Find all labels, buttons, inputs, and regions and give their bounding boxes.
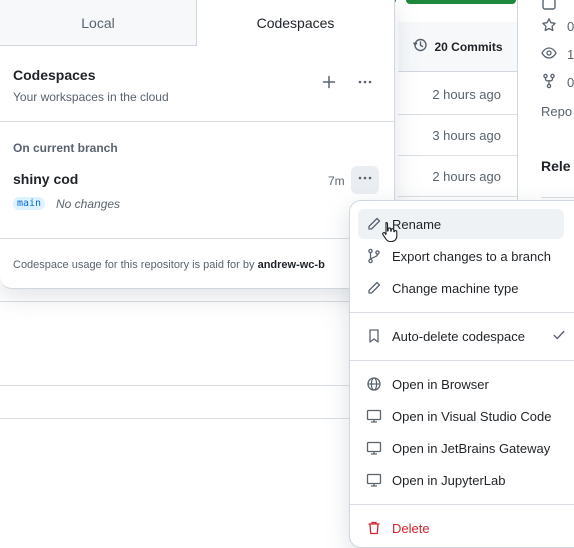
stars-count: 0	[567, 19, 574, 34]
star-icon	[541, 17, 557, 36]
menu-divider	[350, 360, 574, 361]
git-branch-icon	[366, 248, 382, 264]
divider	[0, 121, 394, 122]
usage-owner[interactable]: andrew-wc-b	[258, 259, 325, 271]
divider	[398, 196, 517, 197]
menu-divider	[350, 312, 574, 313]
menu-item-label: Rename	[392, 216, 442, 232]
pulse-icon	[541, 0, 557, 16]
desktop-icon	[366, 472, 382, 488]
pencil-icon	[366, 280, 382, 296]
divider	[0, 418, 349, 419]
fork-icon	[541, 73, 557, 92]
codespace-status: No changes	[56, 197, 121, 211]
menu-item-open-jupyterlab[interactable]: Open in JupyterLab	[358, 465, 564, 495]
hand-cursor-icon	[381, 221, 399, 248]
menu-item-label: Open in Browser	[392, 376, 489, 392]
commit-time: 2 hours ago	[432, 168, 501, 184]
side-stat-watchers[interactable]: 1	[541, 45, 574, 64]
commits-count: 20 Commits	[434, 39, 503, 54]
codespaces-subtitle: Your workspaces in the cloud	[13, 90, 169, 104]
menu-item-delete[interactable]: Delete	[358, 513, 564, 543]
side-repo-text: Repo	[541, 104, 573, 119]
codespace-name[interactable]: shiny cod	[13, 171, 78, 187]
commits-link[interactable]: 20 Commits	[398, 22, 517, 72]
branch-tag[interactable]: main	[13, 197, 46, 210]
divider	[541, 197, 574, 198]
forks-count: 0	[567, 75, 574, 90]
green-button[interactable]	[406, 0, 516, 4]
menu-item-label: Open in JetBrains Gateway	[392, 440, 551, 456]
codespace-action-menu: Rename Export changes to a branch Change…	[349, 200, 574, 548]
menu-divider	[350, 504, 574, 505]
divider	[0, 301, 349, 302]
menu-item-label: Auto-delete codespace	[392, 328, 525, 344]
kebab-horizontal-icon	[357, 170, 373, 191]
usage-text: Codespace usage for this repository is p…	[13, 259, 258, 271]
eye-icon	[541, 45, 557, 64]
menu-item-label: Change machine type	[392, 280, 519, 296]
history-icon	[412, 37, 428, 56]
code-popover: Local Codespaces Codespaces Your workspa…	[0, 0, 395, 289]
plus-icon	[321, 74, 337, 95]
menu-item-open-jetbrains[interactable]: Open in JetBrains Gateway	[358, 433, 564, 463]
menu-item-change-machine[interactable]: Change machine type	[358, 273, 564, 303]
globe-icon	[366, 376, 382, 392]
codespaces-title: Codespaces	[13, 67, 96, 83]
side-stat[interactable]	[541, 0, 557, 16]
codespace-more-button[interactable]	[351, 166, 379, 194]
menu-item-auto-delete[interactable]: Auto-delete codespace	[358, 321, 574, 351]
tab-codespaces[interactable]: Codespaces	[197, 0, 394, 46]
side-stat-forks[interactable]: 0	[541, 73, 574, 92]
watchers-count: 1	[567, 47, 574, 62]
tab-bar: Local Codespaces	[0, 0, 394, 46]
desktop-icon	[366, 408, 382, 424]
desktop-icon	[366, 440, 382, 456]
bookmark-icon	[366, 328, 382, 344]
releases-heading[interactable]: Rele	[541, 158, 571, 174]
menu-item-open-vscode[interactable]: Open in Visual Studio Code	[358, 401, 564, 431]
pencil-icon	[366, 216, 382, 232]
divider	[0, 238, 394, 239]
side-stat-stars[interactable]: 0	[541, 17, 574, 36]
menu-item-label: Open in JupyterLab	[392, 472, 506, 488]
menu-item-label: Delete	[392, 520, 430, 536]
commit-time: 2 hours ago	[432, 86, 501, 102]
new-codespace-button[interactable]	[315, 70, 343, 98]
menu-item-open-browser[interactable]: Open in Browser	[358, 369, 564, 399]
codespaces-more-button[interactable]	[351, 70, 379, 98]
kebab-horizontal-icon	[357, 74, 373, 95]
menu-item-label: Open in Visual Studio Code	[392, 408, 552, 424]
section-label: On current branch	[13, 141, 118, 155]
menu-item-label: Export changes to a branch	[392, 248, 551, 264]
divider	[0, 385, 349, 386]
codespace-age: 7m	[328, 174, 345, 188]
tab-local[interactable]: Local	[0, 0, 197, 46]
check-icon	[552, 328, 566, 345]
usage-note: Codespace usage for this repository is p…	[13, 259, 325, 271]
commit-time: 3 hours ago	[432, 127, 501, 143]
